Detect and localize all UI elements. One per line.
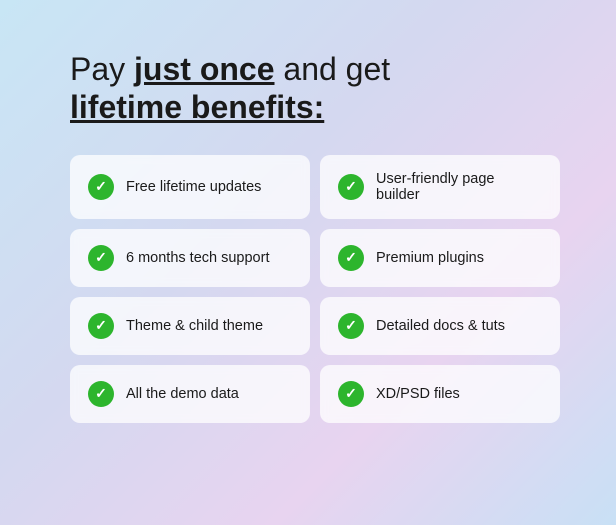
- header-line1: Pay just once and get: [70, 50, 390, 88]
- check-icon-7: [88, 381, 114, 407]
- check-icon-5: [88, 313, 114, 339]
- benefit-text-1: Free lifetime updates: [126, 179, 261, 195]
- header-emphasis: just once: [134, 51, 274, 87]
- header-line2: lifetime benefits:: [70, 88, 390, 126]
- check-icon-4: [338, 245, 364, 271]
- benefit-text-8: XD/PSD files: [376, 386, 460, 402]
- check-icon-6: [338, 313, 364, 339]
- benefit-card-5: Theme & child theme: [70, 297, 310, 355]
- benefit-text-6: Detailed docs & tuts: [376, 318, 505, 334]
- benefit-card-2: User-friendly page builder: [320, 155, 560, 219]
- benefit-card-1: Free lifetime updates: [70, 155, 310, 219]
- benefit-card-6: Detailed docs & tuts: [320, 297, 560, 355]
- benefits-grid: Free lifetime updates User-friendly page…: [70, 155, 560, 423]
- check-icon-8: [338, 381, 364, 407]
- benefit-card-8: XD/PSD files: [320, 365, 560, 423]
- check-icon-1: [88, 174, 114, 200]
- benefit-card-7: All the demo data: [70, 365, 310, 423]
- check-icon-2: [338, 174, 364, 200]
- benefit-text-3: 6 months tech support: [126, 250, 269, 266]
- benefit-text-5: Theme & child theme: [126, 318, 263, 334]
- benefit-text-4: Premium plugins: [376, 250, 484, 266]
- page-header: Pay just once and get lifetime benefits:: [70, 50, 390, 127]
- benefit-card-3: 6 months tech support: [70, 229, 310, 287]
- benefit-text-2: User-friendly page builder: [376, 171, 542, 203]
- benefit-card-4: Premium plugins: [320, 229, 560, 287]
- check-icon-3: [88, 245, 114, 271]
- benefit-text-7: All the demo data: [126, 386, 239, 402]
